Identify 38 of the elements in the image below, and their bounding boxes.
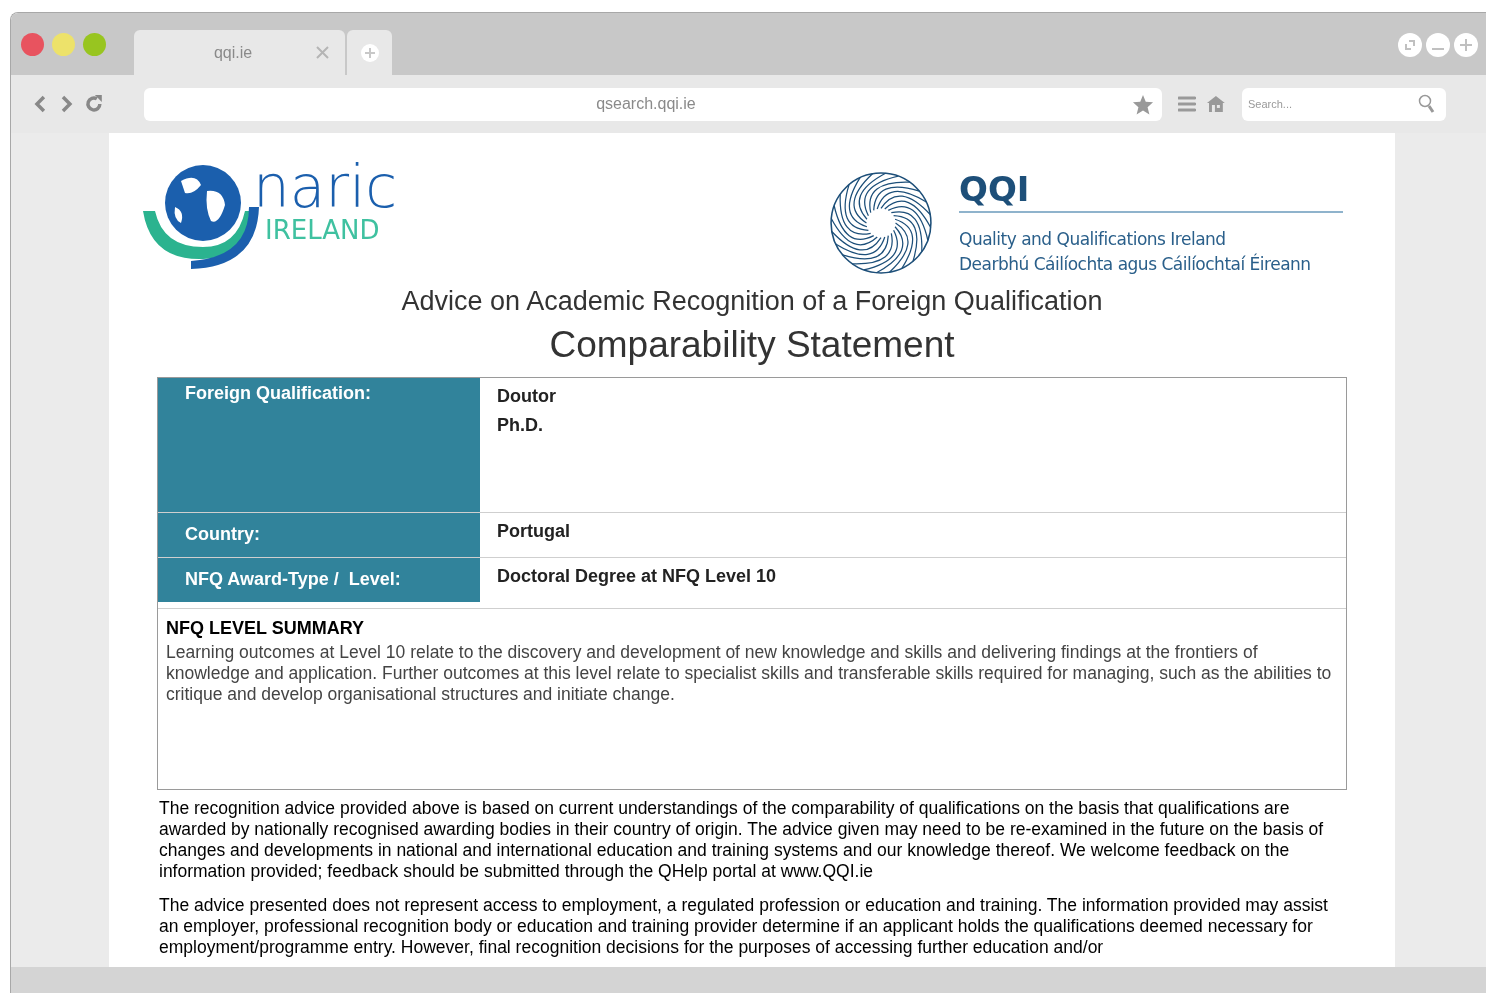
qqi-logo-subtitle: Quality and Qualifications Ireland <box>959 228 1227 251</box>
reload-icon[interactable] <box>83 94 104 114</box>
value-text: Doctoral Degree at NFQ Level 10 <box>497 566 778 587</box>
address-bar[interactable]: qsearch.qqi.ie <box>143 87 1163 121</box>
value-text: Ph.D. <box>497 415 544 436</box>
document-title: Comparability Statement <box>548 323 956 367</box>
minimize-icon[interactable] <box>1426 33 1450 57</box>
qqi-logo-text: QQI <box>959 171 1031 207</box>
swirl-logo-icon <box>829 171 933 275</box>
home-icon[interactable] <box>1206 95 1226 113</box>
label-cell: Country: <box>158 513 480 557</box>
document-heading: Advice on Academic Recognition of a Foreign Qualification <box>400 285 1104 317</box>
back-icon[interactable] <box>33 95 47 113</box>
star-icon[interactable] <box>1132 93 1155 115</box>
qqi-logo-subtitle: Dearbhú Cáilíochta agus Cáilíochtaí Éireann <box>959 252 1312 276</box>
value-text: Doutor <box>497 386 557 407</box>
search-field[interactable]: Search... <box>1242 87 1446 121</box>
label-cell: Foreign Qualification: <box>158 378 480 512</box>
maximize-window-icon[interactable] <box>83 33 106 56</box>
ireland-logo-text: IRELAND <box>265 214 381 247</box>
close-tab-icon[interactable] <box>316 46 329 59</box>
plus-icon <box>360 43 379 62</box>
summary-title: NFQ LEVEL SUMMARY <box>166 617 365 639</box>
search-icon[interactable] <box>1418 93 1436 114</box>
menu-icon[interactable] <box>1178 96 1197 112</box>
forward-icon[interactable] <box>59 95 74 113</box>
plus-icon[interactable] <box>1454 33 1478 57</box>
naric-logo-text: naric <box>253 161 398 213</box>
minimize-window-icon[interactable] <box>52 33 75 56</box>
restore-icon[interactable] <box>1398 33 1422 57</box>
new-tab-button[interactable] <box>347 30 392 75</box>
value-text: Portugal <box>497 521 571 542</box>
browser-tab[interactable]: qqi.ie <box>134 30 345 75</box>
paragraph: The recognition advice provided above is based on current understandings of the comparability of qualifications on the basis that qualifications are awarded by nationally recognised awarding bodies in their country of origin. The advice given may need to be re-examined in the future on the basis of changes and developments in national and international education and training systems and our knowledge thereof. We welcome feedback on the information provided; feedback should be submitted through the QHelp portal at www.QQI.ie <box>158 798 1325 882</box>
paragraph: The advice presented does not represent access to employment, a regulated profession or education and training. The information provided may assist an employer, professional recognition body or education and training provider determine if an applicant holds the qualifications deemed necessary for employment/programme entry. However, final recognition decisions for the purposes of accessing further education and/or <box>158 895 1329 958</box>
summary-text: Learning outcomes at Level 10 relate to the discovery and development of new knowledge and skills and delivering findings at the frontiers of knowledge and application. Further outcomes at this level relate to specialist skills and transferable skills required for managing, such as the abilities to critique and develop organisational structures and initiate change. <box>166 642 1333 705</box>
close-window-icon[interactable] <box>21 33 44 56</box>
label-cell: NFQ Award-Type / Level: <box>158 558 480 602</box>
